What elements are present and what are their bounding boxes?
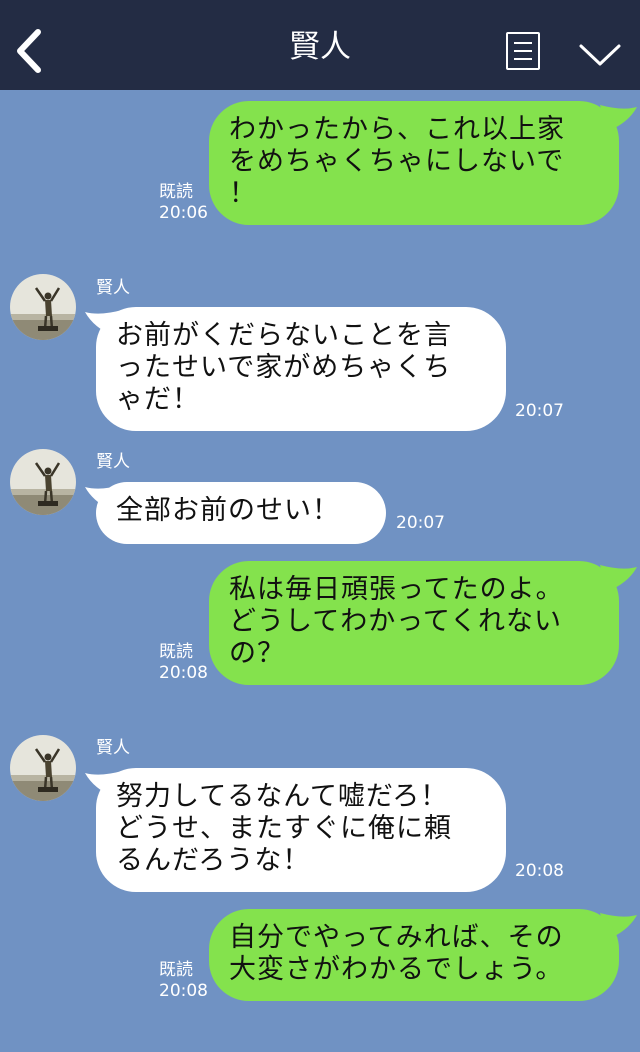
message-time: 20:07 (396, 513, 445, 533)
message-time: 20:07 (515, 401, 564, 421)
their-message-bubble[interactable]: 全部お前のせい！ (96, 482, 386, 544)
chat-header: 賢人 (0, 0, 640, 90)
my-message-bubble[interactable]: 私は毎日頑張ってたのよ。 どうしてわかってくれない の？ (209, 561, 619, 685)
note-menu-icon[interactable] (506, 32, 540, 70)
message-meta: 既読 20:08 (159, 642, 208, 684)
avatar-image (10, 449, 76, 515)
avatar-image (10, 735, 76, 801)
message-text: 自分でやってみれば、その 大変さがわかるでしょう。 (229, 922, 564, 985)
avatar-image (10, 274, 76, 340)
their-message-bubble[interactable]: お前がくだらないことを言 ったせいで家がめちゃくち ゃだ！ (96, 307, 506, 431)
sender-name: 賢人 (96, 452, 130, 472)
avatar[interactable] (10, 735, 76, 801)
read-receipt: 既読 (159, 960, 193, 980)
my-message-bubble[interactable]: わかったから、これ以上家 をめちゃくちゃにしないで ！ (209, 101, 619, 225)
avatar[interactable] (10, 449, 76, 515)
message-text: わかったから、これ以上家 をめちゃくちゃにしないで ！ (229, 114, 565, 209)
chevron-down-icon[interactable] (578, 42, 622, 68)
message-time: 20:06 (159, 203, 208, 223)
message-text: 全部お前のせい！ (116, 495, 340, 526)
message-meta: 既読 20:08 (159, 960, 208, 1002)
message-text: 努力してるなんて嘘だろ！ どうせ、またすぐに俺に頼 るんだろうな！ (116, 781, 452, 876)
avatar[interactable] (10, 274, 76, 340)
sender-name: 賢人 (96, 278, 130, 298)
chat-title: 賢人 (289, 29, 351, 65)
message-time: 20:08 (159, 981, 208, 1001)
message-text: 私は毎日頑張ってたのよ。 どうしてわかってくれない の？ (229, 574, 564, 669)
read-receipt: 既読 (159, 182, 193, 202)
sender-name: 賢人 (96, 738, 130, 758)
message-text: お前がくだらないことを言 ったせいで家がめちゃくち ゃだ！ (116, 320, 452, 415)
their-message-bubble[interactable]: 努力してるなんて嘘だろ！ どうせ、またすぐに俺に頼 るんだろうな！ (96, 768, 506, 892)
message-time: 20:08 (515, 861, 564, 881)
my-message-bubble[interactable]: 自分でやってみれば、その 大変さがわかるでしょう。 (209, 909, 619, 1001)
message-meta: 既読 20:06 (159, 182, 208, 224)
read-receipt: 既読 (159, 642, 193, 662)
message-time: 20:08 (159, 663, 208, 683)
